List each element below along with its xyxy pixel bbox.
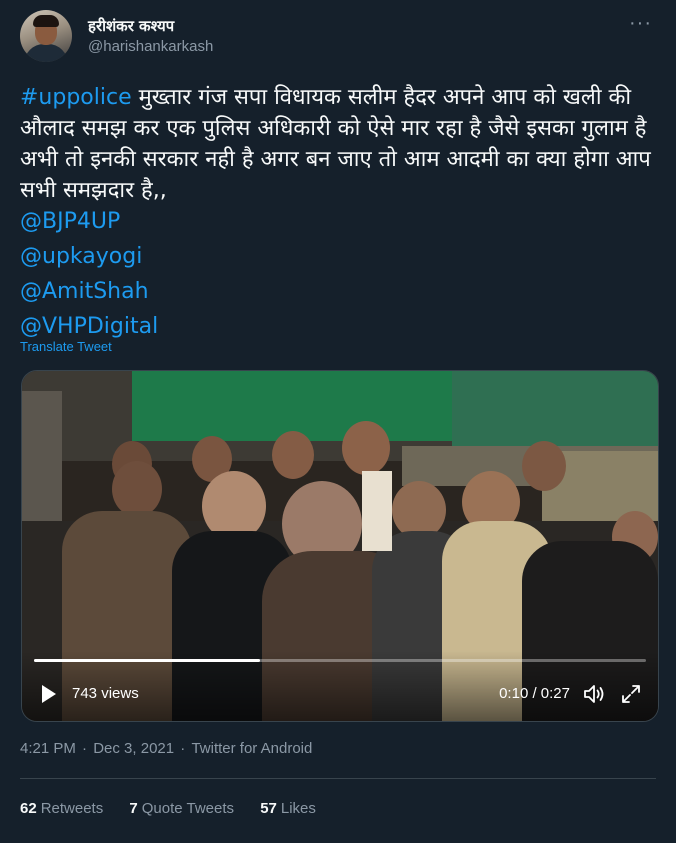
mention-list: @BJP4UP @upkayogi @AmitShah @VHPDigital <box>20 204 158 344</box>
avatar-shirt <box>24 44 68 62</box>
likes-stat[interactable]: 57 Likes <box>260 800 316 817</box>
tweet-meta: 4:21 PM · Dec 3, 2021 · Twitter for Andr… <box>20 740 314 757</box>
video-time: 0:10 / 0:27 <box>499 685 570 702</box>
quote-tweets-label: Quote Tweets <box>141 800 235 817</box>
meta-separator: · <box>77 740 92 757</box>
quote-tweets-stat[interactable]: 7 Quote Tweets <box>129 800 234 817</box>
tweet-header: हरीशंकर कश्यप @harishankarkash ··· <box>20 10 656 64</box>
meta-separator: · <box>176 740 190 757</box>
tweet-time[interactable]: 4:21 PM <box>20 740 76 757</box>
mention-link[interactable]: @upkayogi <box>20 239 158 274</box>
play-icon[interactable] <box>40 683 58 705</box>
display-name[interactable]: हरीशंकर कश्यप <box>88 16 174 36</box>
tweet-source[interactable]: Twitter for Android <box>191 740 312 757</box>
tweet-date[interactable]: Dec 3, 2021 <box>93 740 174 757</box>
video-progress-fill <box>34 659 261 662</box>
hashtag-link[interactable]: #uppolice <box>20 85 132 110</box>
retweets-stat[interactable]: 62 Retweets <box>20 800 103 817</box>
avatar-hair <box>33 15 59 27</box>
avatar[interactable] <box>20 10 72 62</box>
mention-link[interactable]: @BJP4UP <box>20 204 158 239</box>
retweets-label: Retweets <box>40 800 104 817</box>
volume-icon[interactable] <box>582 683 606 705</box>
translate-tweet-link[interactable]: Translate Tweet <box>20 339 112 354</box>
mention-link[interactable]: @AmitShah <box>20 274 158 309</box>
tweet-text: #uppolice मुख्तार गंज सपा विधायक सलीम है… <box>20 82 660 206</box>
quote-tweets-count: 7 <box>129 800 138 817</box>
tweet-stats: 62 Retweets 7 Quote Tweets 57 Likes <box>20 800 338 817</box>
video-progress-bar[interactable] <box>34 659 646 662</box>
fullscreen-icon[interactable] <box>620 683 642 705</box>
divider <box>20 778 656 779</box>
more-icon[interactable]: ··· <box>629 12 652 35</box>
likes-label: Likes <box>280 800 316 817</box>
user-handle[interactable]: @harishankarkash <box>88 38 213 55</box>
retweets-count: 62 <box>20 800 37 817</box>
video-player[interactable]: 743 views 0:10 / 0:27 <box>21 370 659 722</box>
likes-count: 57 <box>260 800 277 817</box>
video-view-count: 743 views <box>72 685 139 702</box>
